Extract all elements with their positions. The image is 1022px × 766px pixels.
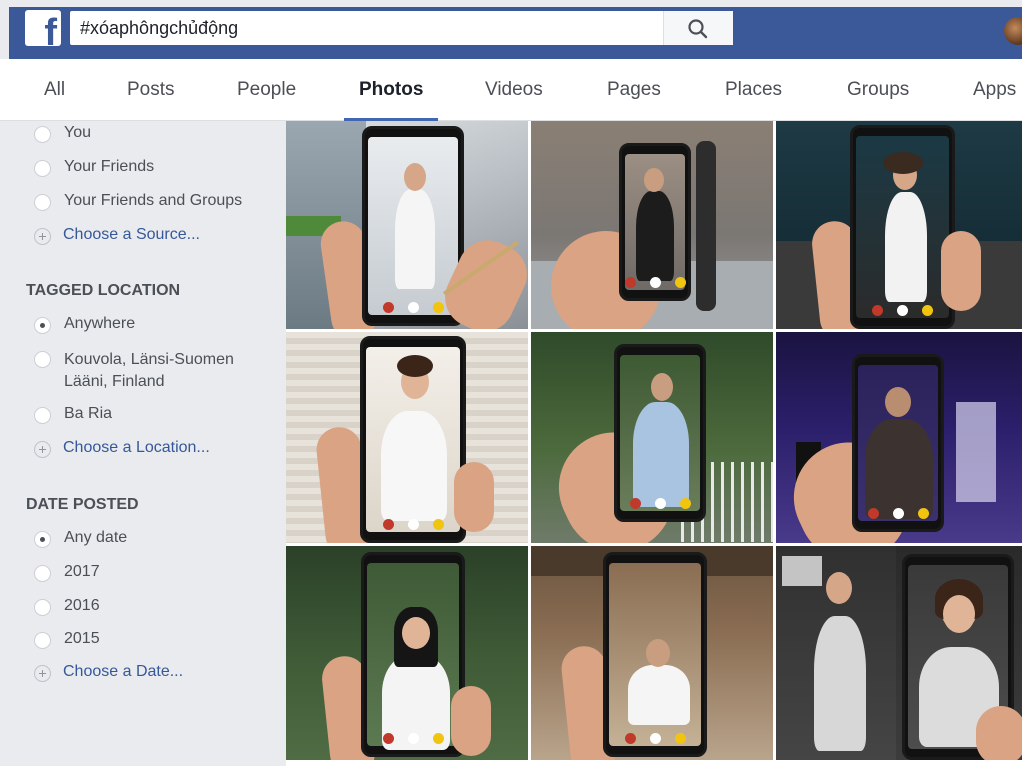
filter-date-2015[interactable]: 2015 [34,630,100,652]
tab-apps[interactable]: Apps [973,59,1016,121]
photo-result[interactable] [286,546,528,760]
plus-icon [34,441,51,458]
photo-result[interactable] [286,121,528,329]
facebook-logo[interactable]: f [25,10,61,46]
photo-result[interactable] [286,332,528,543]
filter-label: You [64,124,91,141]
photo-grid [286,121,1022,766]
filter-sidebar: You Your Friends Your Friends and Groups… [9,121,280,766]
tab-all[interactable]: All [44,59,65,121]
choose-location-link[interactable]: Choose a Location... [34,439,210,461]
filter-location-anywhere[interactable]: Anywhere [34,315,135,337]
filter-label: 2016 [64,597,100,614]
filter-date-any[interactable]: Any date [34,529,127,551]
filter-location-ba-ria[interactable]: Ba Ria [34,405,112,427]
photo-result[interactable] [531,121,773,329]
filter-label: Kouvola, Länsi-Suomen Lääni, Finland [64,351,234,390]
photo-result[interactable] [776,121,1022,329]
choose-date-label[interactable]: Choose a Date... [63,663,183,681]
filter-source-you[interactable]: You [34,124,91,146]
radio-button[interactable] [34,194,51,211]
filter-label: Your Friends and Groups [64,192,243,209]
filter-label: Ba Ria [64,405,113,422]
choose-source-label[interactable]: Choose a Source... [63,226,200,244]
tab-places[interactable]: Places [725,59,782,121]
filter-date-2016[interactable]: 2016 [34,597,100,619]
tab-photos[interactable]: Photos [343,59,439,121]
top-bar: f [0,0,1022,59]
tab-posts[interactable]: Posts [127,59,175,121]
search-box [70,11,733,45]
tab-groups[interactable]: Groups [847,59,909,121]
photo-result[interactable] [776,546,1022,760]
search-icon [688,19,708,39]
filter-label: 2017 [64,563,100,580]
search-button[interactable] [663,11,733,45]
radio-button[interactable] [34,632,51,649]
choose-location-label[interactable]: Choose a Location... [63,439,210,457]
tagged-location-title: TAGGED LOCATION [26,282,181,299]
date-posted-title: DATE POSTED [26,496,139,513]
filter-source-friends-groups[interactable]: Your Friends and Groups [34,192,242,214]
search-input[interactable] [70,11,663,45]
radio-button[interactable] [34,599,51,616]
radio-button[interactable] [34,407,51,424]
filter-source-friends[interactable]: Your Friends [34,158,154,180]
filter-label: 2015 [64,630,100,647]
tab-people[interactable]: People [237,59,296,121]
filter-label: Your Friends [64,158,155,175]
plus-icon [34,228,51,245]
photo-result[interactable] [531,332,773,543]
photo-result[interactable] [776,332,1022,543]
filter-label: Anywhere [64,315,136,332]
facebook-logo-letter: f [44,12,57,46]
radio-button-selected[interactable] [34,531,51,548]
search-tabs: All Posts People Photos Videos Pages Pla… [0,59,1022,121]
choose-date-link[interactable]: Choose a Date... [34,663,183,685]
plus-icon [34,665,51,682]
radio-button[interactable] [34,351,51,368]
photo-result[interactable] [531,546,773,760]
choose-source-link[interactable]: Choose a Source... [34,226,200,248]
filter-label: Any date [64,529,128,546]
filter-date-2017[interactable]: 2017 [34,563,100,585]
tab-pages[interactable]: Pages [607,59,661,121]
tab-videos[interactable]: Videos [485,59,543,121]
radio-button[interactable] [34,565,51,582]
radio-button[interactable] [34,160,51,177]
filter-location-kouvola[interactable]: Kouvola, Länsi-Suomen Lääni, Finland [34,349,274,393]
radio-button[interactable] [34,126,51,143]
radio-button-selected[interactable] [34,317,51,334]
